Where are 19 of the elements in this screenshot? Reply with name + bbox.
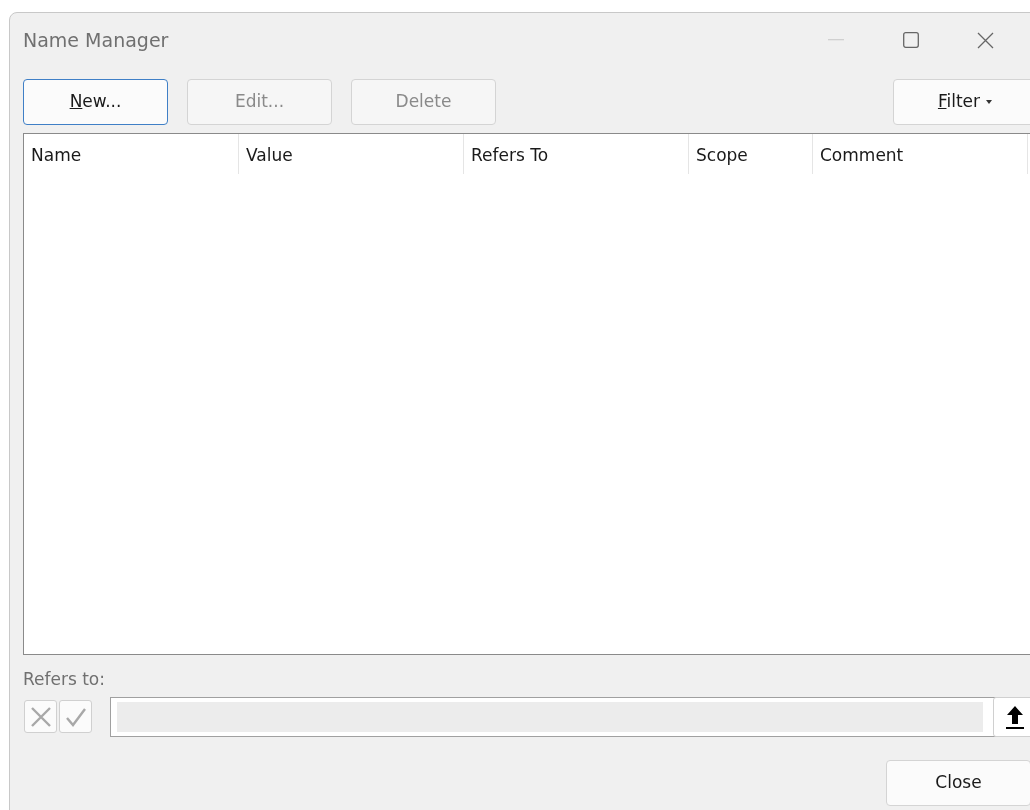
column-header[interactable]: Refers To: [464, 134, 689, 174]
column-header[interactable]: Comment: [813, 134, 1028, 174]
cancel-icon: [29, 705, 52, 728]
collapse-dialog-button[interactable]: [993, 696, 1030, 737]
minimize-icon: [827, 39, 844, 41]
close-button[interactable]: Close: [886, 759, 1030, 806]
column-header[interactable]: Name: [24, 134, 239, 174]
new-button[interactable]: New...: [23, 79, 168, 125]
close-icon: [977, 31, 994, 49]
maximize-icon: [902, 32, 919, 48]
filter-button[interactable]: Filter: [893, 79, 1030, 125]
caret-icon: [985, 99, 994, 106]
names-list[interactable]: Name Value Refers To Scope Comment: [23, 133, 1030, 655]
upload-arrow-icon: [1005, 704, 1025, 729]
column-header[interactable]: Value: [239, 134, 464, 174]
column-header[interactable]: Scope: [689, 134, 813, 174]
refers-to-label: Refers to:: [23, 668, 106, 691]
refers-to-field[interactable]: [110, 696, 1030, 737]
window-title: Name Manager: [23, 27, 170, 53]
